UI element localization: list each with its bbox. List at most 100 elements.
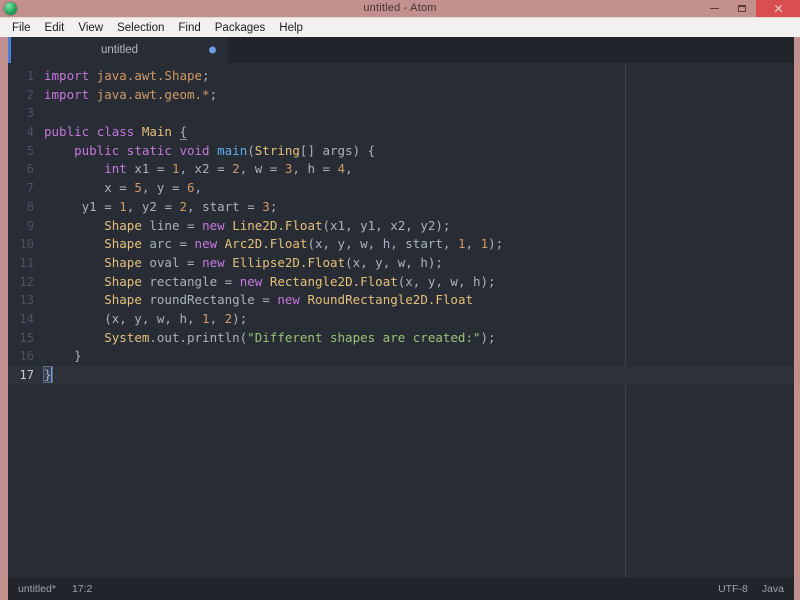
code-token: ); xyxy=(488,236,504,252)
menu-item-view[interactable]: View xyxy=(71,19,110,37)
tab-modified-indicator-icon[interactable] xyxy=(209,46,216,54)
tab-label: untitled xyxy=(100,44,139,56)
code-text: Shape oval = new Ellipse2D.Float(x, y, w… xyxy=(44,254,794,273)
minimize-icon xyxy=(709,8,719,9)
code-token: , xyxy=(345,161,353,177)
code-line[interactable]: 8 y1 = 1, y2 = 2, start = 3; xyxy=(8,198,794,217)
code-token: ); xyxy=(480,329,496,345)
code-text: (x, y, w, h, 1, 2); xyxy=(44,310,794,329)
status-encoding[interactable]: UTF-8 xyxy=(718,583,748,595)
menu-item-edit[interactable]: Edit xyxy=(38,19,72,37)
code-token: new xyxy=(239,273,263,289)
code-token: , w = xyxy=(239,161,285,177)
code-line[interactable]: 9 Shape line = new Line2D.Float(x1, y1, … xyxy=(8,217,794,236)
code-line[interactable]: 5 public static void main(String[] args)… xyxy=(8,142,794,161)
code-token: ( xyxy=(247,142,255,158)
minimize-button[interactable] xyxy=(700,0,728,17)
code-token: Shape xyxy=(104,236,142,252)
code-token: public xyxy=(74,142,120,158)
code-text: y1 = 1, y2 = 2, start = 3; xyxy=(44,198,794,217)
code-token: new xyxy=(202,217,225,233)
menu-item-file[interactable]: File xyxy=(5,19,38,37)
line-number: 15 xyxy=(19,330,34,345)
code-line[interactable]: 16 } xyxy=(8,347,794,366)
code-token: RoundRectangle2D.Float xyxy=(307,292,474,308)
maximize-icon xyxy=(738,5,746,12)
code-token: ; xyxy=(202,68,210,83)
status-file-name[interactable]: untitled* xyxy=(18,583,56,595)
menu-bar: File Edit View Selection Find Packages H… xyxy=(0,17,800,37)
status-bar-right: UTF-8 Java xyxy=(718,583,784,595)
menu-item-packages[interactable]: Packages xyxy=(208,19,273,37)
code-token: 4 xyxy=(337,161,346,177)
code-line[interactable]: 12 Shape rectangle = new Rectangle2D.Flo… xyxy=(8,273,794,292)
code-line[interactable]: 14 (x, y, w, h, 1, 2); xyxy=(8,310,794,329)
menu-item-find[interactable]: Find xyxy=(171,19,207,37)
code-token: 1 xyxy=(457,236,466,252)
code-line[interactable]: 1 import java.awt.Shape; xyxy=(8,67,794,86)
code-token: "Different shapes are created:" xyxy=(247,329,481,345)
line-number: 4 xyxy=(26,125,34,140)
code-text: import java.awt.Shape; xyxy=(44,67,794,86)
code-token: Shape xyxy=(104,217,142,233)
tab-untitled[interactable]: untitled xyxy=(11,37,228,63)
code-token: class xyxy=(96,124,135,140)
code-line[interactable]: 6 int x1 = 1, x2 = 2, w = 3, h = 4, xyxy=(8,160,794,179)
code-token: 1 xyxy=(480,236,489,252)
menu-item-selection[interactable]: Selection xyxy=(110,19,171,37)
code-line[interactable]: 13 Shape roundRectangle = new RoundRecta… xyxy=(8,291,794,310)
code-line[interactable]: 17} xyxy=(8,366,794,385)
close-button[interactable] xyxy=(756,0,800,17)
code-token: x = xyxy=(44,180,135,196)
code-text: public class Main { xyxy=(44,123,794,142)
code-editor[interactable]: 1 import java.awt.Shape; 2 import java.awt.… xyxy=(8,63,794,578)
line-number: 13 xyxy=(19,293,34,308)
code-line[interactable]: 3 xyxy=(8,104,794,123)
code-token: main xyxy=(217,142,248,158)
status-bar: untitled* 17:2 UTF-8 Java xyxy=(8,578,794,600)
code-line[interactable]: 15 System.out.println("Different shapes … xyxy=(8,329,794,348)
code-token: oval = xyxy=(141,254,203,270)
code-token: static xyxy=(126,142,172,158)
code-text: public static void main(String[] args) { xyxy=(44,142,794,161)
code-token: 5 xyxy=(134,180,142,196)
atom-window: untitled - Atom File Edit View Selection… xyxy=(0,0,800,600)
code-token: Shape xyxy=(104,292,142,308)
code-token: Shape xyxy=(104,273,142,289)
text-cursor xyxy=(50,367,53,382)
maximize-button[interactable] xyxy=(728,0,756,17)
code-line[interactable]: 4 public class Main { xyxy=(8,123,794,142)
code-text: } xyxy=(43,366,794,385)
code-line[interactable]: 10 Shape arc = new Arc2D.Float(x, y, w, … xyxy=(8,235,794,254)
code-token: , h = xyxy=(292,161,338,177)
code-token: 2 xyxy=(179,198,188,214)
code-text: Shape arc = new Arc2D.Float(x, y, w, h, … xyxy=(44,235,794,254)
code-text: Shape rectangle = new Rectangle2D.Float(… xyxy=(44,273,794,292)
code-token: String xyxy=(254,142,300,158)
code-line[interactable]: 11 Shape oval = new Ellipse2D.Float(x, y… xyxy=(8,254,794,273)
status-grammar[interactable]: Java xyxy=(762,583,784,595)
line-number: 12 xyxy=(19,274,34,289)
code-line[interactable]: 7 x = 5, y = 6, xyxy=(8,179,794,198)
menu-item-help[interactable]: Help xyxy=(272,19,310,37)
code-token: , xyxy=(194,180,203,196)
line-number: 5 xyxy=(26,143,34,158)
status-cursor-position[interactable]: 17:2 xyxy=(72,583,92,595)
tab-bar: untitled xyxy=(8,37,794,63)
atom-logo-icon xyxy=(4,2,17,15)
code-line[interactable]: 2 import java.awt.geom.*; xyxy=(8,86,794,105)
code-token: int xyxy=(104,161,127,177)
code-text: System.out.println("Different shapes are… xyxy=(44,329,794,348)
